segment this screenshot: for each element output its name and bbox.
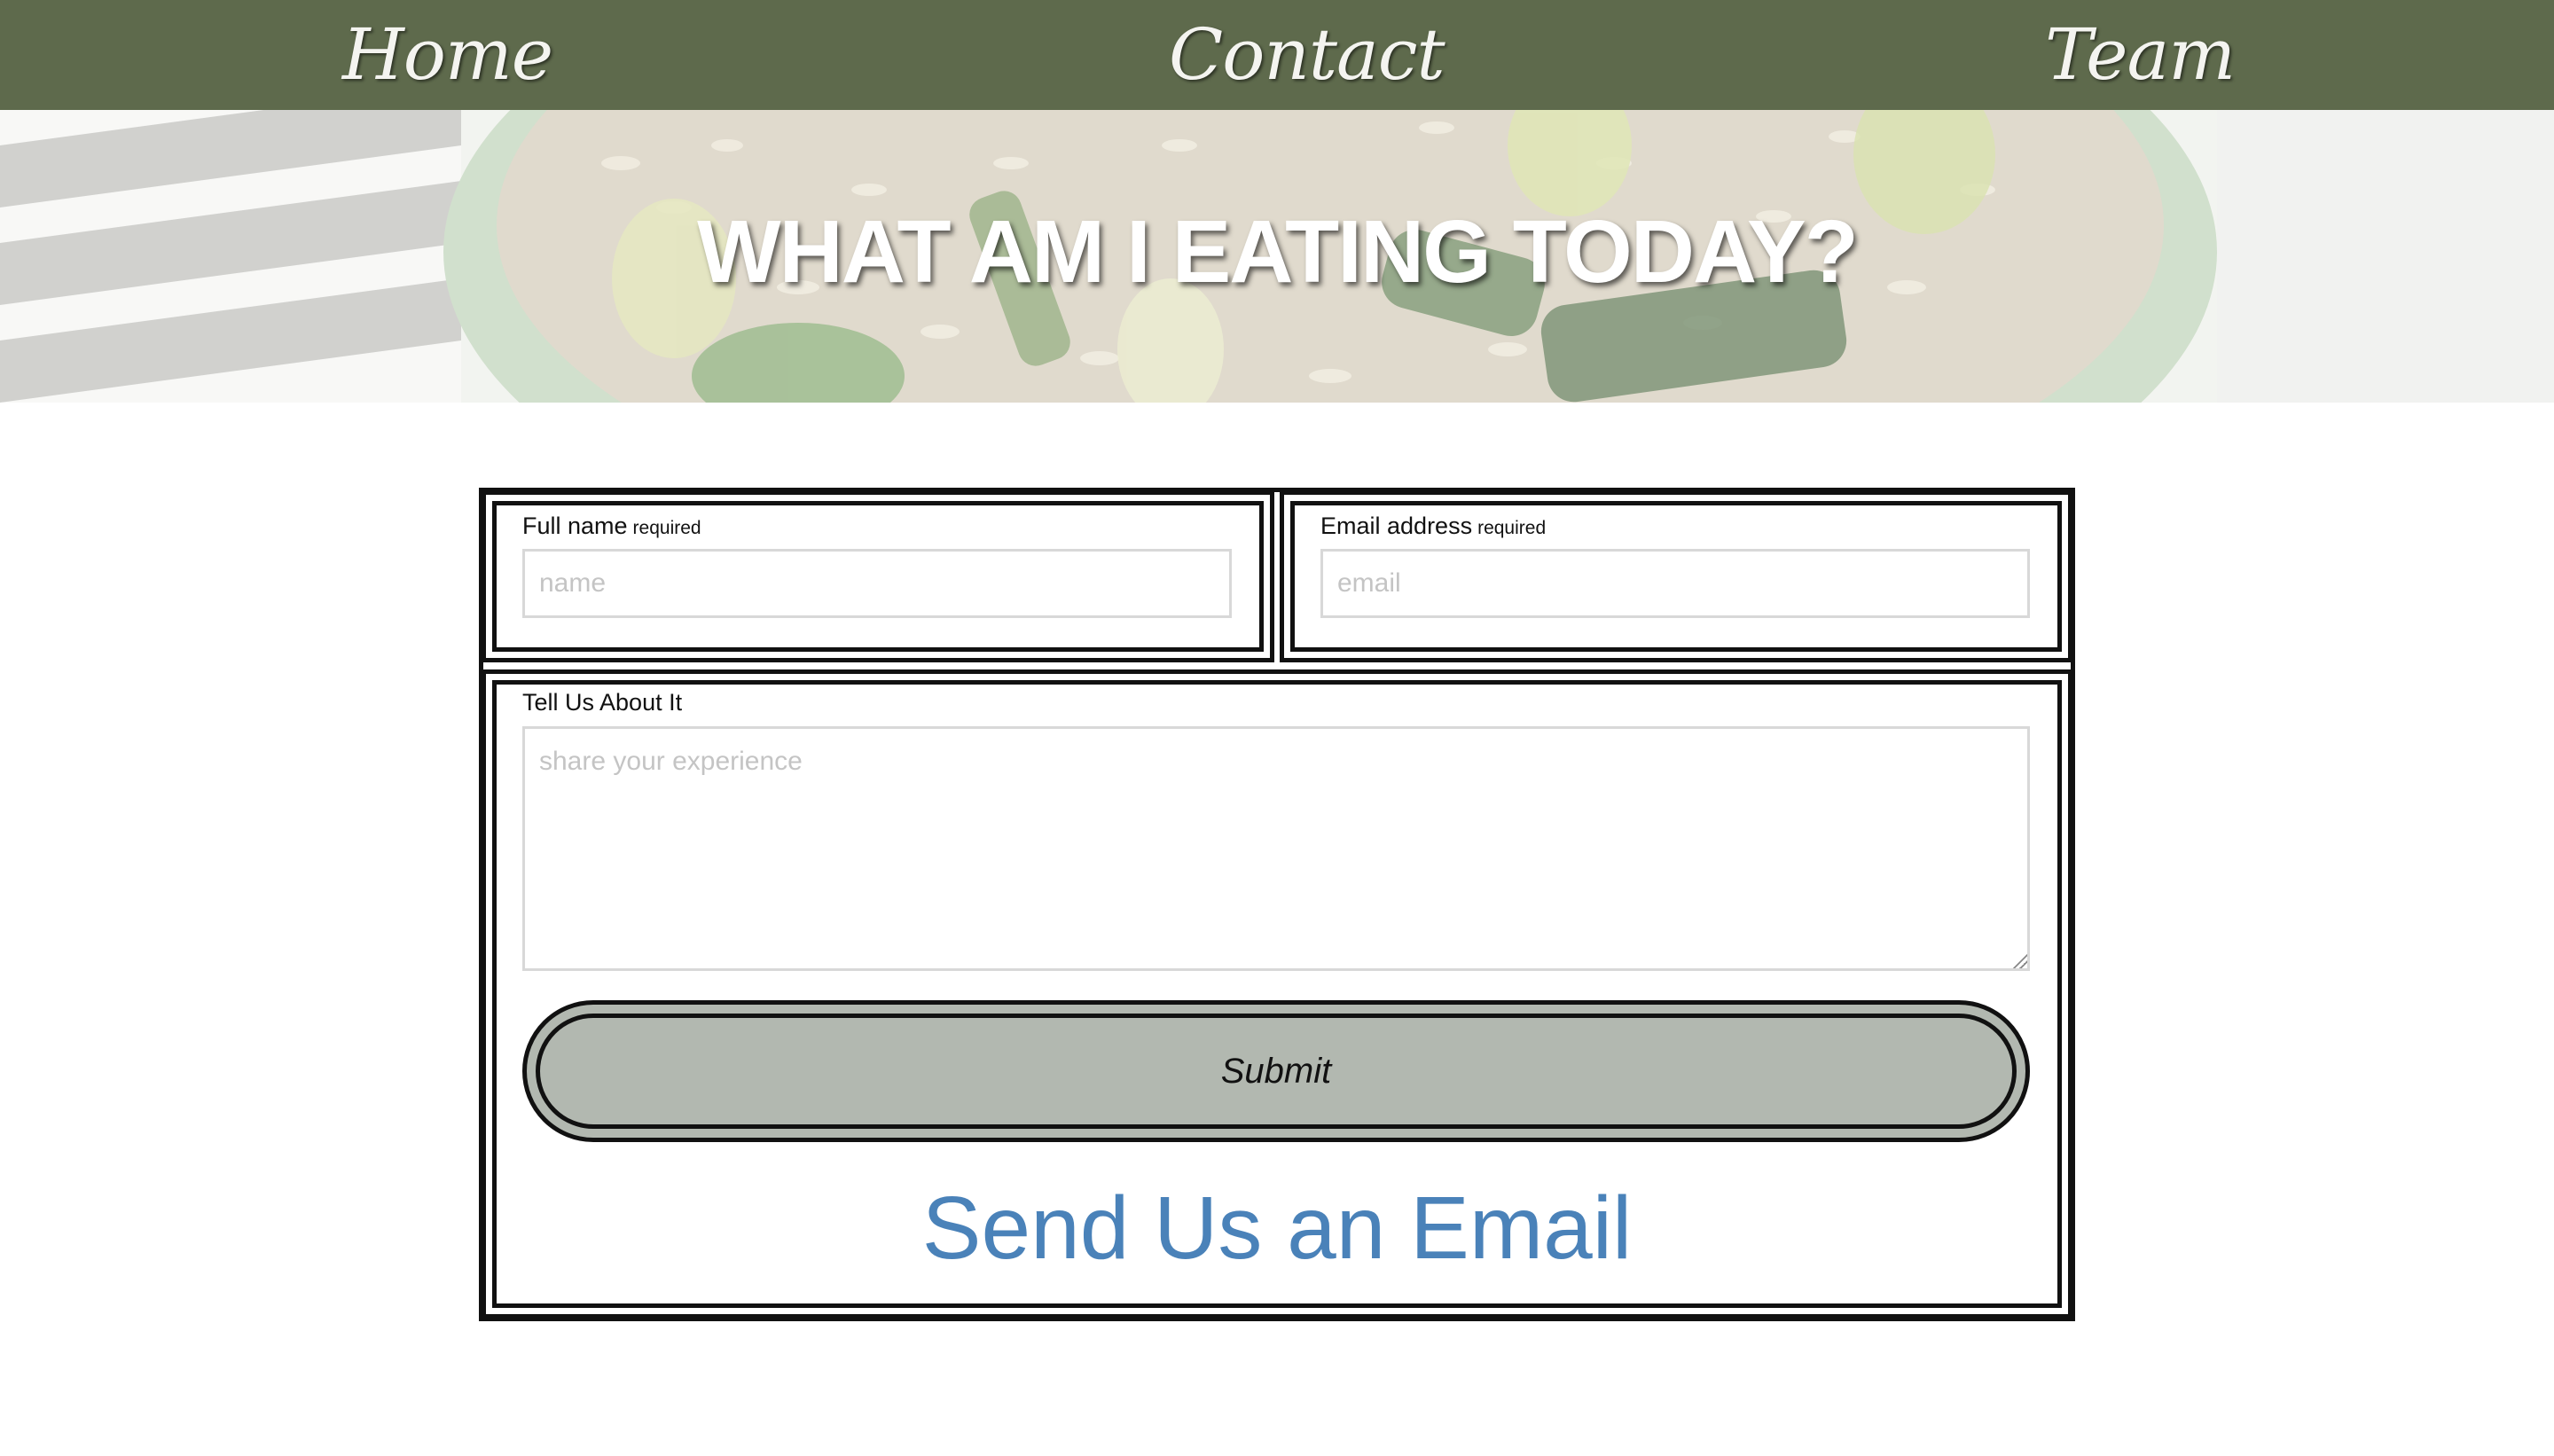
- top-navbar: Home Contact Team: [0, 0, 2554, 110]
- name-label-text: Full name: [522, 513, 628, 539]
- nav-link-team[interactable]: Team: [2045, 0, 2236, 110]
- email-label: Email address required: [1320, 513, 1546, 540]
- nav-link-contact[interactable]: Contact: [1169, 0, 1445, 110]
- hero-banner: WHAT AM I EATING TODAY?: [0, 110, 2554, 403]
- send-email-link[interactable]: Send Us an Email: [0, 1179, 2554, 1277]
- message-textarea[interactable]: [522, 726, 2030, 971]
- email-input[interactable]: [1320, 549, 2030, 618]
- email-required-tag: required: [1477, 518, 1547, 538]
- name-label: Full name required: [522, 513, 701, 540]
- submit-button[interactable]: Submit: [536, 1014, 2017, 1129]
- name-required-tag: required: [632, 518, 701, 538]
- name-input[interactable]: [522, 549, 1232, 618]
- nav-link-home[interactable]: Home: [342, 0, 553, 110]
- message-label: Tell Us About It: [522, 689, 683, 716]
- email-label-text: Email address: [1320, 513, 1473, 539]
- page-title: WHAT AM I EATING TODAY?: [697, 202, 1859, 301]
- resize-handle-icon[interactable]: [2011, 952, 2027, 968]
